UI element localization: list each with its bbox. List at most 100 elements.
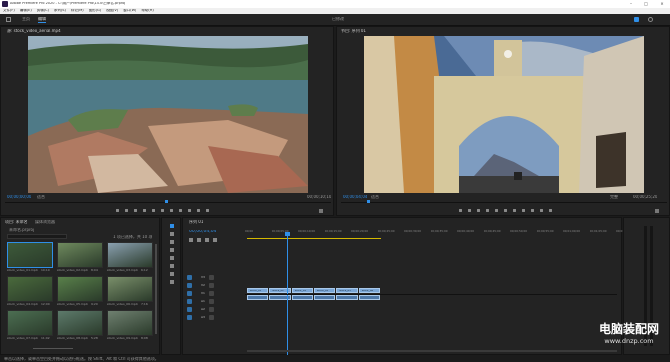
- program-time-ruler[interactable]: [341, 202, 667, 203]
- mark-out-icon[interactable]: [477, 209, 480, 212]
- mark-in-icon[interactable]: [125, 209, 128, 212]
- video-audio-divider[interactable]: [245, 294, 617, 295]
- slip-tool-icon[interactable]: [170, 256, 174, 260]
- project-search-input[interactable]: [7, 234, 67, 239]
- menu-graphics[interactable]: 图形(G): [89, 9, 101, 13]
- clip-thumbnail-item[interactable]: stock_video_07.mp4 11;02: [7, 310, 53, 342]
- program-settings-icon[interactable]: [655, 209, 659, 213]
- add-marker-icon[interactable]: [459, 209, 462, 212]
- timeline-video-clip[interactable]: stock_04: [314, 288, 336, 293]
- program-playhead[interactable]: [367, 200, 370, 203]
- track-lock-icon[interactable]: [209, 291, 214, 296]
- menu-marker[interactable]: 标记(M): [71, 9, 84, 13]
- timeline-video-clip[interactable]: stock_03: [291, 288, 313, 293]
- time-ruler[interactable]: 00;00 00;00;05;00 00;00;10;00 00;00;15;00 00…: [245, 228, 633, 242]
- program-timecode[interactable]: 00;00;04;04: [343, 195, 367, 199]
- clip-thumbnail-item[interactable]: stock_video_08.mp4 5;28: [57, 310, 103, 342]
- menu-help[interactable]: 帮助(H): [141, 9, 153, 13]
- step-back-icon[interactable]: [152, 209, 155, 212]
- overwrite-icon[interactable]: [197, 209, 200, 212]
- snap-icon[interactable]: [189, 238, 193, 242]
- workspace-tab-home[interactable]: 主页: [22, 17, 30, 21]
- step-forward-icon[interactable]: [513, 209, 516, 212]
- track-select-tool-icon[interactable]: [170, 232, 174, 236]
- pen-tool-icon[interactable]: [170, 264, 174, 268]
- media-browser-tab[interactable]: 媒体浏览器: [35, 220, 55, 224]
- mark-in-icon[interactable]: [468, 209, 471, 212]
- hand-tool-icon[interactable]: [170, 272, 174, 276]
- track-lock-icon[interactable]: [209, 283, 214, 288]
- search-icon[interactable]: [648, 17, 653, 22]
- timeline-horizontal-scrollbar[interactable]: [247, 350, 617, 352]
- timeline-settings-icon[interactable]: [213, 238, 217, 242]
- linked-selection-icon[interactable]: [197, 238, 201, 242]
- source-playhead[interactable]: [165, 200, 168, 203]
- source-monitor-tab[interactable]: 源: stock_video_aerial.mp4: [7, 29, 61, 33]
- track-target-toggle[interactable]: [187, 275, 192, 280]
- clip-thumbnail-item[interactable]: stock_video_09.mp4 8;08: [107, 310, 153, 342]
- step-forward-icon[interactable]: [170, 209, 173, 212]
- timeline-audio-clip[interactable]: [247, 295, 269, 300]
- add-marker-icon[interactable]: [116, 209, 119, 212]
- track-header[interactable]: A2: [187, 306, 243, 313]
- source-settings-icon[interactable]: [319, 209, 323, 213]
- insert-icon[interactable]: [188, 209, 191, 212]
- source-timecode[interactable]: 00;00;00;00: [7, 195, 31, 199]
- go-to-out-icon[interactable]: [179, 209, 182, 212]
- track-target-toggle[interactable]: [187, 315, 192, 320]
- track-header[interactable]: A3: [187, 314, 243, 321]
- close-button[interactable]: ×: [655, 1, 669, 7]
- clip-thumbnail-item[interactable]: stock_video_02.mp4 8;04: [57, 242, 103, 274]
- timeline-audio-clip[interactable]: [314, 295, 336, 300]
- timeline-audio-clip[interactable]: [336, 295, 358, 300]
- timeline-timecode[interactable]: 00;00;04;04: [189, 230, 216, 235]
- play-icon[interactable]: [504, 209, 507, 212]
- program-fit-dropdown[interactable]: 适合: [371, 195, 379, 199]
- program-quality-dropdown[interactable]: 完整: [610, 195, 618, 199]
- add-marker-icon[interactable]: [205, 238, 209, 242]
- track-header[interactable]: V3: [187, 274, 243, 281]
- minimize-button[interactable]: –: [624, 1, 638, 7]
- clip-thumbnail-item[interactable]: stock_video_03.mp4 6;12: [107, 242, 153, 274]
- track-lock-icon[interactable]: [209, 299, 214, 304]
- ripple-edit-tool-icon[interactable]: [170, 240, 174, 244]
- play-icon[interactable]: [161, 209, 164, 212]
- lift-icon[interactable]: [531, 209, 534, 212]
- source-time-ruler[interactable]: [5, 202, 331, 203]
- go-to-in-icon[interactable]: [486, 209, 489, 212]
- export-frame-icon[interactable]: [549, 209, 552, 212]
- timeline-video-clip[interactable]: stock_01: [247, 288, 269, 293]
- track-header[interactable]: V1: [187, 290, 243, 297]
- menu-edit[interactable]: 编辑(E): [20, 9, 32, 13]
- timeline-audio-clip[interactable]: [358, 295, 380, 300]
- timeline-audio-clip[interactable]: [291, 295, 313, 300]
- menu-file[interactable]: 文件(F): [3, 9, 15, 13]
- timeline-tab[interactable]: 序列 01: [189, 220, 203, 224]
- menu-sequence[interactable]: 序列(S): [54, 9, 66, 13]
- track-header[interactable]: A1: [187, 298, 243, 305]
- clip-thumbnail-item[interactable]: stock_video_05.mp4 9;20: [57, 276, 103, 308]
- clip-thumbnail-item[interactable]: stock_video_04.mp4 12;00: [7, 276, 53, 308]
- clip-thumbnail-item[interactable]: stock_video_06.mp4 7;16: [107, 276, 153, 308]
- export-frame-icon[interactable]: [206, 209, 209, 212]
- project-zoom-slider[interactable]: [33, 348, 73, 349]
- extract-icon[interactable]: [540, 209, 543, 212]
- menu-view[interactable]: 视图(V): [106, 9, 118, 13]
- source-fit-dropdown[interactable]: 适合: [37, 195, 45, 199]
- track-target-toggle[interactable]: [187, 299, 192, 304]
- menu-clip[interactable]: 剪辑(C): [37, 9, 49, 13]
- track-header[interactable]: V2: [187, 282, 243, 289]
- timeline-video-clip[interactable]: stock_06: [358, 288, 380, 293]
- project-tab[interactable]: 项目: 未命名: [5, 220, 28, 224]
- share-icon[interactable]: [634, 17, 639, 22]
- go-to-in-icon[interactable]: [143, 209, 146, 212]
- mark-out-icon[interactable]: [134, 209, 137, 212]
- project-scrollbar[interactable]: [155, 244, 157, 334]
- type-tool-icon[interactable]: [170, 280, 174, 284]
- track-target-toggle[interactable]: [187, 291, 192, 296]
- track-lock-icon[interactable]: [209, 315, 214, 320]
- menu-window[interactable]: 窗口(W): [123, 9, 136, 13]
- clip-thumbnail-item[interactable]: stock_video_01.mp4 10;10: [7, 242, 53, 274]
- track-lock-icon[interactable]: [209, 307, 214, 312]
- workspace-tab-edit[interactable]: 编辑: [38, 17, 46, 23]
